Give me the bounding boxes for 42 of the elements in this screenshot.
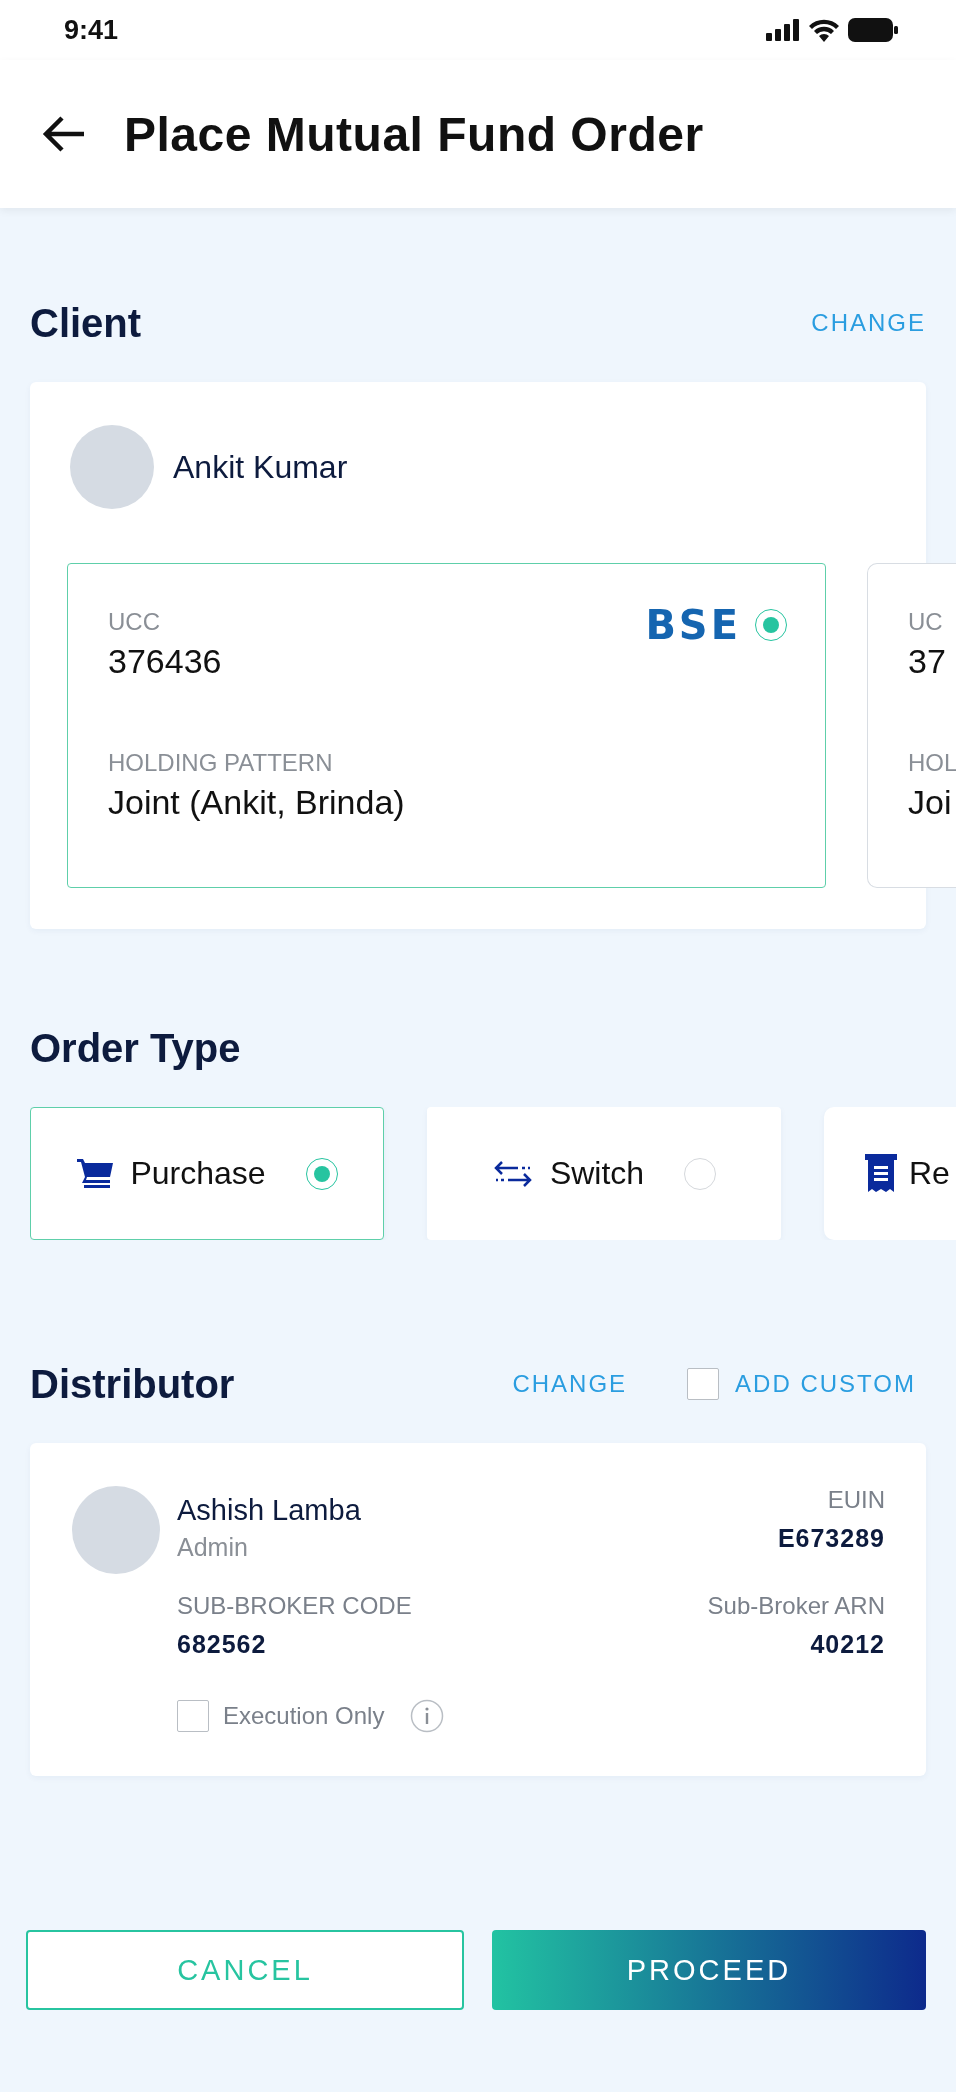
field-label: HOLDING PATTERN <box>108 749 333 777</box>
exchange-logo: BSE <box>645 602 741 648</box>
field-label: UCC <box>108 608 160 636</box>
field-value: E673289 <box>777 1524 885 1553</box>
field-value: 682562 <box>177 1630 268 1659</box>
checkbox[interactable] <box>177 1700 209 1732</box>
battery-icon <box>848 18 898 42</box>
field-label: HOL <box>908 749 956 777</box>
back-arrow-icon[interactable] <box>42 115 86 153</box>
distributor-role: Admin <box>177 1533 249 1562</box>
section-heading: Distributor <box>30 1361 235 1408</box>
proceed-button[interactable]: PROCEED <box>492 1930 926 2010</box>
field-value: Joi <box>908 783 952 822</box>
info-icon[interactable] <box>410 1699 445 1733</box>
field-label: EUIN <box>826 1486 885 1514</box>
wifi-icon <box>808 18 840 42</box>
cart-icon <box>76 1156 115 1191</box>
radio-icon <box>305 1157 338 1190</box>
field-label: Sub-Broker ARN <box>707 1592 885 1620</box>
distributor-name: Ashish Lamba <box>177 1494 361 1527</box>
order-type-option[interactable]: Purchase <box>30 1107 384 1240</box>
field-value: Joint (Ankit, Brinda) <box>108 783 405 822</box>
checkbox-label: Execution Only <box>223 1702 385 1730</box>
section-heading: Client <box>30 300 142 347</box>
radio-button[interactable] <box>755 609 787 641</box>
field-value: 37 <box>908 642 946 681</box>
radio-icon <box>684 1157 717 1190</box>
status-time: 9:41 <box>64 14 119 46</box>
account-card[interactable]: UCC 376436 HOLDING PATTERN Joint (Ankit, Brinda) BSE <box>67 563 826 888</box>
order-type-option[interactable]: Re <box>824 1107 956 1240</box>
page-title: Place Mutual Fund Order <box>124 106 704 162</box>
client-name: Ankit Kumar <box>173 448 348 486</box>
order-type-option[interactable]: Switch <box>427 1107 781 1240</box>
field-label: UC <box>908 608 943 636</box>
receipt-icon <box>865 1153 897 1194</box>
section-heading: Order Type <box>30 1025 241 1072</box>
account-card[interactable]: UC 37 HOL Joi <box>867 563 956 888</box>
field-value: 40212 <box>809 1630 885 1659</box>
checkbox[interactable] <box>687 1368 720 1400</box>
field-label: SUB-BROKER CODE <box>177 1592 412 1620</box>
signal-icon <box>766 19 800 41</box>
field-value: 376436 <box>108 642 222 681</box>
